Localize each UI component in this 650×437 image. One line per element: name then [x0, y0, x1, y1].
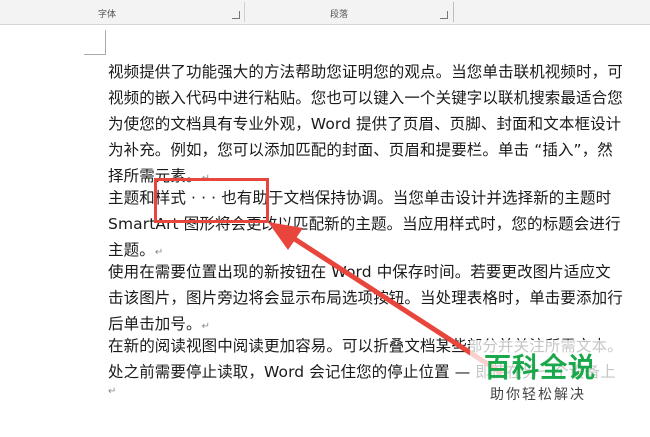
watermark-title: 百科全说 [484, 353, 596, 384]
watermark-logo: 百科全说 助你轻松解决 [474, 346, 650, 406]
watermark-subtitle: 助你轻松解决 [490, 387, 586, 403]
